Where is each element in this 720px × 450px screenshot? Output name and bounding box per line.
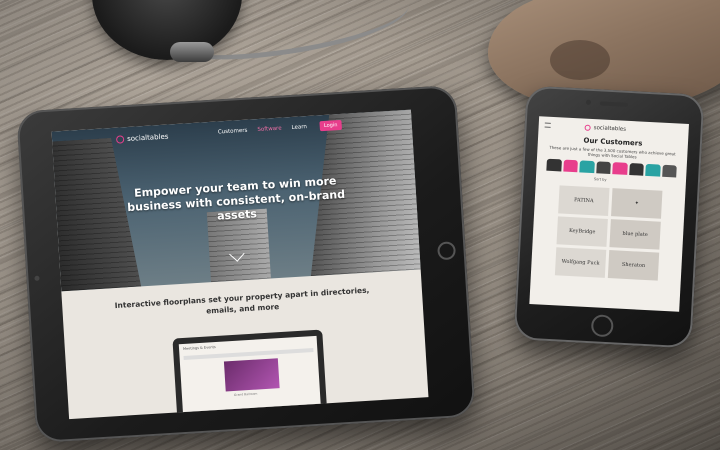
logo-text: socialtables [126, 132, 169, 144]
laptop-header: Meetings & Events [182, 345, 216, 351]
customer-logo-blue-plate[interactable]: blue plate [609, 219, 661, 250]
nav-item-software[interactable]: Software [257, 126, 282, 133]
tablet-home-button[interactable] [437, 241, 457, 261]
site-logo[interactable]: socialtables [115, 132, 169, 144]
phone-device: socialtables Our Customers These are jus… [513, 85, 705, 349]
customer-logo-keybridge[interactable]: KeyBridge [556, 216, 608, 247]
laptop-screen: Meetings & Events Grand Ballroom [178, 335, 321, 415]
section-subheading: Interactive floorplans set your property… [114, 285, 370, 316]
people-illustration [546, 158, 677, 178]
tablet-device: socialtables Customers Software Learn Lo… [16, 84, 476, 444]
customer-logo-crest[interactable]: ✦ [611, 188, 663, 219]
crest-icon: ✦ [634, 200, 639, 207]
logo-mark-icon [584, 124, 591, 131]
ballroom-image [223, 358, 280, 392]
phone-camera [585, 99, 592, 105]
customer-logo-sheraton[interactable]: Sheraton [607, 250, 660, 281]
desk-photo: socialtables Customers Software Learn Lo… [0, 0, 720, 450]
tablet-camera [34, 275, 40, 281]
customer-logo-grid: PATINA ✦ KeyBridge blue plate Wolfgang P… [554, 185, 664, 281]
nav-links: Customers Software Learn [218, 124, 307, 135]
phone-home-button[interactable] [590, 314, 614, 338]
nav-item-customers[interactable]: Customers [218, 128, 248, 136]
driftwood-knot [550, 40, 610, 80]
laptop-mockup: Meetings & Events Grand Ballroom [172, 329, 328, 419]
phone-logo-text: socialtables [593, 125, 627, 133]
tablet-screen: socialtables Customers Software Learn Lo… [51, 109, 429, 420]
nav-item-learn[interactable]: Learn [291, 124, 307, 131]
customer-logo-wolfgang-puck[interactable]: Wolfgang Puck [554, 247, 607, 278]
hero-banner: socialtables Customers Software Learn Lo… [51, 109, 421, 292]
logo-mark-icon [115, 135, 125, 144]
sort-by-label[interactable]: Sort by [594, 177, 607, 182]
menu-icon[interactable] [544, 122, 551, 128]
login-button[interactable]: Login [319, 119, 342, 132]
headphone-hinge [170, 42, 214, 62]
laptop-toolbar [183, 348, 314, 360]
phone-logo[interactable]: socialtables [584, 124, 627, 133]
phone-screen: socialtables Our Customers These are jus… [529, 116, 689, 312]
phone-speaker [599, 101, 629, 107]
customer-logo-patina[interactable]: PATINA [558, 185, 610, 216]
ballroom-label: Grand Ballroom [233, 391, 258, 397]
